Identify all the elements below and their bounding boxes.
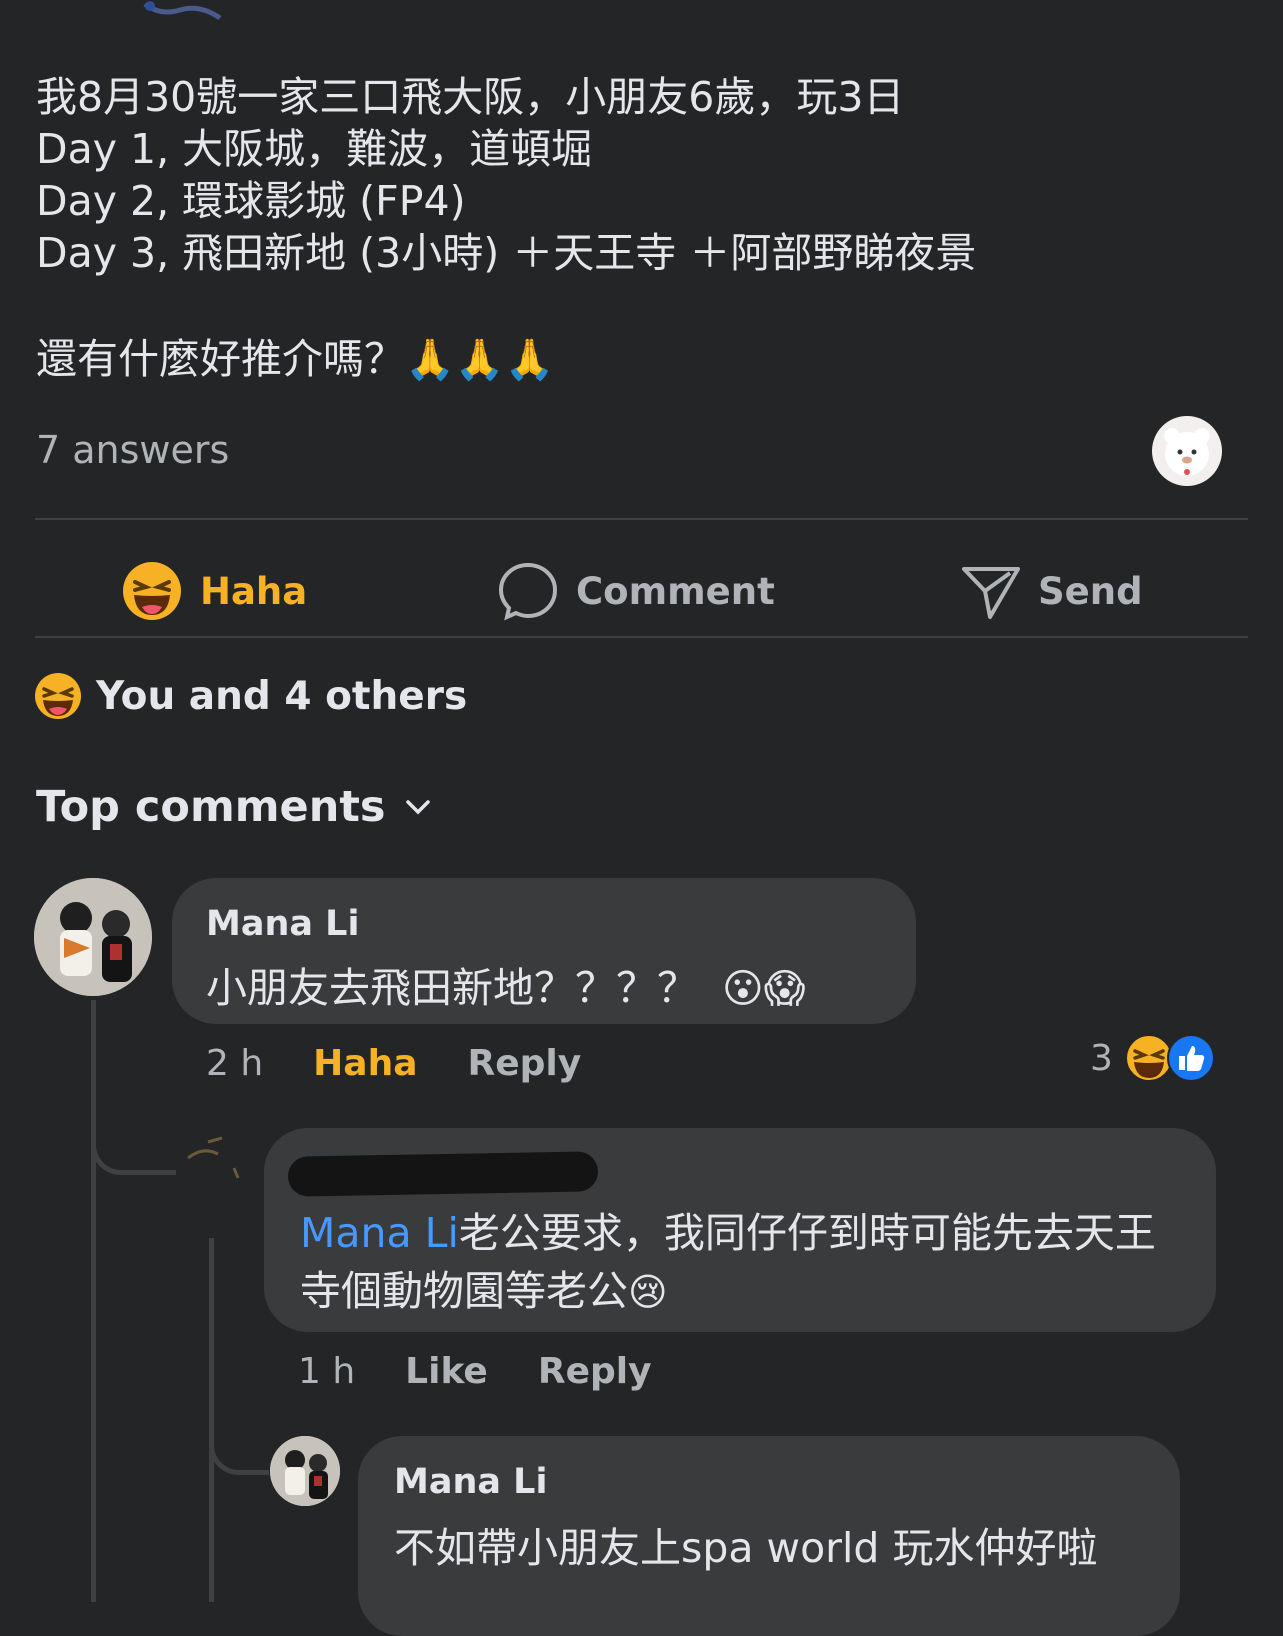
thread-branch-1 xyxy=(91,1120,176,1175)
haha-emoji-icon xyxy=(123,562,181,620)
post-question: 還有什麼好推介嗎？🙏🙏🙏 xyxy=(36,332,554,387)
send-arrow-icon xyxy=(962,567,1020,619)
comment-reply-button[interactable]: Reply xyxy=(468,1043,582,1084)
reaction-count-number: 3 xyxy=(1090,1037,1113,1079)
reply-text-row: Mana Li老公要求，我同仔仔到時可能先去天王寺個動物園等老公😢 xyxy=(300,1204,1190,1321)
send-label: Send xyxy=(1038,569,1143,613)
post-line-4: Day 3, 飛田新地 (3小時) ＋天王寺 ＋阿部野睇夜景 xyxy=(36,229,977,277)
chevron-down-icon xyxy=(406,800,431,815)
thread-branch-2 xyxy=(209,1420,269,1475)
comment-reaction-count[interactable]: 3 xyxy=(1090,1034,1215,1082)
reactions-summary-text: You and 4 others xyxy=(96,673,468,719)
comment-time: 2 h xyxy=(206,1042,264,1084)
post-line-2: Day 1, 大阪城，難波，道頓堀 xyxy=(36,125,593,173)
post-question-text: 還有什麼好推介嗎？ xyxy=(36,335,405,383)
answers-count[interactable]: 7 answers xyxy=(36,428,229,472)
bear-icon xyxy=(1164,428,1210,476)
send-button[interactable]: Send xyxy=(960,556,1143,626)
reply-like-button[interactable]: Like xyxy=(405,1351,488,1392)
comment-label: Comment xyxy=(576,569,775,613)
comment-text: 小朋友去飛田新地？？？？ xyxy=(206,964,698,1012)
comment-text-row: 小朋友去飛田新地？？？？ 😮😱 xyxy=(206,954,805,1014)
post-line-3: Day 2, 環球影城 (FP4) xyxy=(36,177,466,225)
reactions-summary[interactable]: You and 4 others xyxy=(34,672,467,720)
cropped-header-scribble xyxy=(140,0,260,22)
reply-mention[interactable]: Mana Li xyxy=(300,1209,459,1257)
comments-filter-dropdown[interactable]: Top comments xyxy=(36,782,433,832)
reply-meta: 1 h Like Reply xyxy=(298,1346,652,1396)
reply-bubble[interactable]: Mana Li老公要求，我同仔仔到時可能先去天王寺個動物園等老公😢 xyxy=(264,1128,1216,1332)
redacted-name-scribble xyxy=(287,1151,599,1197)
reply2-bubble[interactable]: Mana Li 不如帶小朋友上spa world 玩水仲好啦 xyxy=(358,1436,1180,1636)
viewer-avatar[interactable] xyxy=(1152,416,1222,486)
comment-author[interactable]: Mana Li xyxy=(206,904,359,944)
comment-haha-button[interactable]: Haha xyxy=(313,1043,417,1084)
avatar-photo xyxy=(34,878,152,996)
haha-label: Haha xyxy=(200,569,308,613)
comment-bubble-icon xyxy=(498,562,558,621)
divider-top xyxy=(35,518,1248,520)
thread-line-main xyxy=(91,1000,96,1602)
haha-emoji-icon xyxy=(1124,1034,1173,1082)
reply2-text: 不如帶小朋友上spa world 玩水仲好啦 xyxy=(394,1524,1098,1572)
comments-header: Top comments xyxy=(36,782,386,832)
reply2-author[interactable]: Mana Li xyxy=(394,1462,547,1502)
avatar-photo xyxy=(270,1436,340,1506)
haha-emoji-icon xyxy=(35,673,81,719)
praying-hands-emoji: 🙏🙏🙏 xyxy=(405,337,555,383)
commenter-avatar[interactable] xyxy=(34,878,152,996)
comment-meta: 2 h Haha Reply xyxy=(206,1038,581,1088)
like-thumb-icon xyxy=(1166,1034,1215,1082)
reply-time: 1 h xyxy=(298,1350,356,1392)
reply-reply-button[interactable]: Reply xyxy=(538,1351,652,1392)
haha-button[interactable]: Haha xyxy=(122,556,307,626)
post-line-1: 我8月30號一家三口飛大阪，小朋友6歲，玩3日 xyxy=(36,73,905,121)
comment-button[interactable]: Comment xyxy=(498,556,775,626)
shocked-emoji: 😮😱 xyxy=(722,966,806,1012)
reply-author-avatar[interactable] xyxy=(270,1436,340,1506)
crying-emoji: 😢 xyxy=(628,1270,668,1314)
divider-bottom xyxy=(35,636,1248,638)
redacted-avatar[interactable] xyxy=(178,1128,248,1188)
comment-bubble[interactable]: Mana Li 小朋友去飛田新地？？？？ 😮😱 xyxy=(172,878,916,1024)
